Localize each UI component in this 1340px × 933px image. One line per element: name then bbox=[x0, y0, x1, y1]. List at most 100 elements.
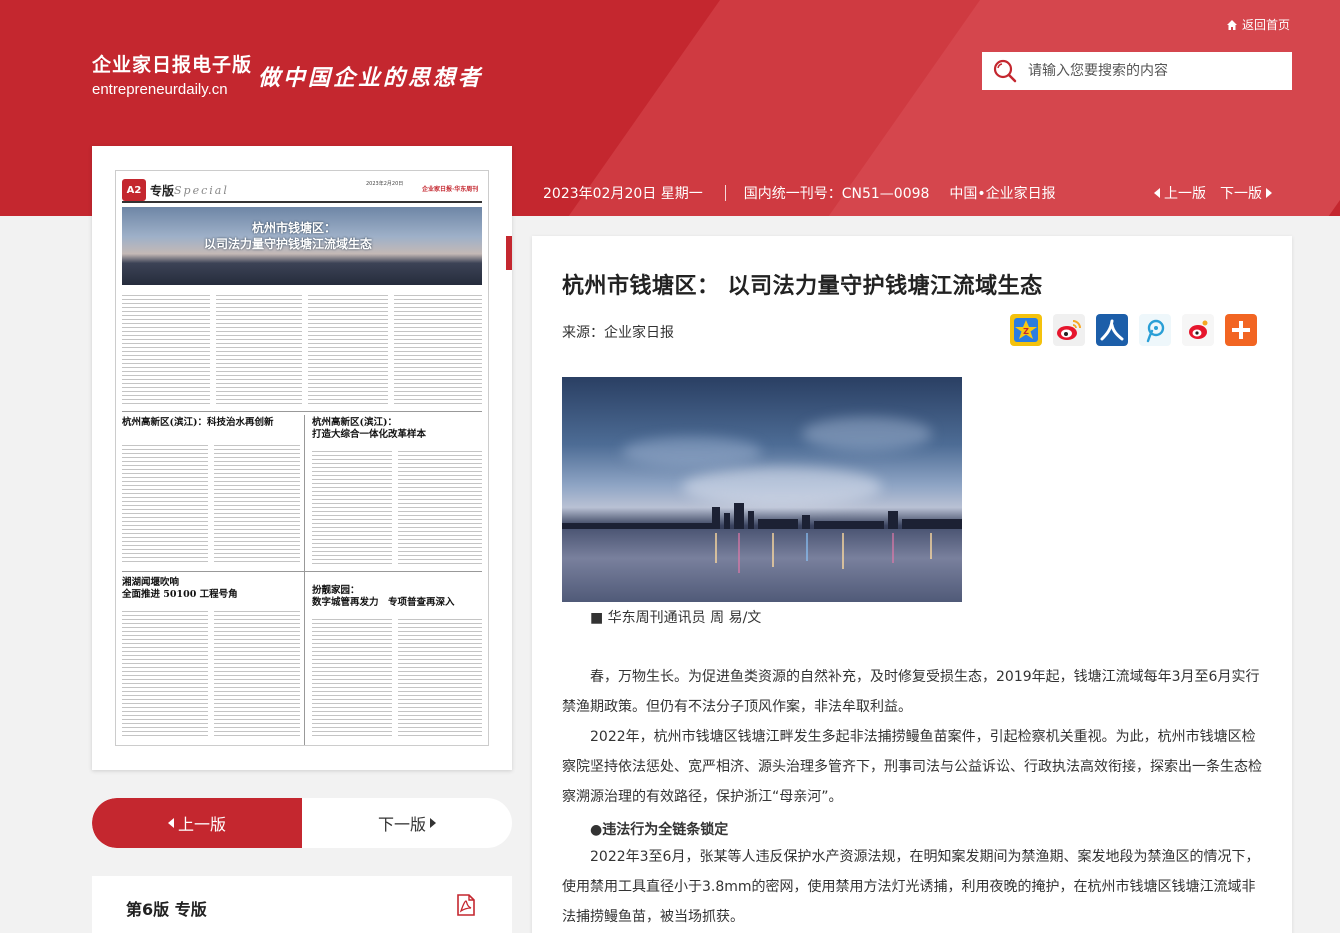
thumb-text-block[interactable] bbox=[308, 295, 388, 407]
next-page-button[interactable]: 下一版 bbox=[302, 798, 512, 848]
thumb-headline[interactable]: 全面推进 50100 工程号角 bbox=[122, 589, 238, 601]
thumb-headline[interactable]: 湘湖闻堰吹响 bbox=[122, 577, 179, 589]
site-logo[interactable]: 企业家日报电子版 entrepreneurdaily.cn bbox=[92, 50, 252, 98]
home-link[interactable]: 返回首页 bbox=[1226, 16, 1290, 33]
photo-skyline bbox=[802, 515, 810, 529]
site-name-cn: 企业家日报电子版 bbox=[92, 54, 253, 76]
prev-page-button[interactable]: 上一版 bbox=[92, 798, 302, 848]
thumb-headline[interactable]: 杭州高新区(滨江)：科技治水再创新 bbox=[122, 417, 302, 429]
photo-skyline bbox=[734, 503, 744, 529]
paper-name: 中国•企业家日报 bbox=[949, 186, 1056, 202]
site-slogan: 做中国企业的思想者 bbox=[258, 65, 484, 91]
thumb-headline[interactable]: 杭州高新区(滨江)： bbox=[312, 417, 397, 429]
weibo-icon[interactable] bbox=[1053, 314, 1085, 346]
infobar-prev-button[interactable]: 上一版 bbox=[1154, 183, 1206, 203]
active-page-indicator bbox=[506, 236, 512, 270]
pdf-icon[interactable] bbox=[454, 893, 478, 917]
thumb-text-block[interactable] bbox=[122, 611, 208, 739]
article-subheading: ●违法行为全链条锁定 bbox=[590, 822, 729, 838]
thumb-banner-photo[interactable]: 杭州市钱塘区： 以司法力量守护钱塘江流域生态 bbox=[122, 207, 482, 285]
article-source: 来源：企业家日报 bbox=[562, 325, 674, 341]
thumb-brand: 企业家日报·华东周刊 bbox=[422, 186, 479, 193]
chevron-left-icon bbox=[1154, 188, 1160, 198]
svg-text:Z: Z bbox=[1023, 327, 1029, 336]
article-panel: 杭州市钱塘区： 以司法力量守护钱塘江流域生态 来源：企业家日报 Z ■ 华东周刊… bbox=[532, 236, 1292, 933]
article-paragraph: 春，万物生长。为促进鱼类资源的自然补充，及时修复受损生态，2019年起，钱塘江流… bbox=[562, 669, 1260, 715]
issue-info-bar: 2023年02月20日 星期一 国内统一刊号：CN51—0098 中国•企业家日… bbox=[532, 170, 1292, 216]
page-thumbnail-card: A2 专版 Special 2023年2月20日 企业家日报·华东周刊 杭州市钱… bbox=[92, 146, 512, 770]
photo-cloud bbox=[682, 467, 882, 507]
sina-icon[interactable] bbox=[1182, 314, 1214, 346]
next-page-label: 下一版 bbox=[377, 815, 426, 834]
search-box bbox=[982, 52, 1292, 90]
renren-icon[interactable] bbox=[1096, 314, 1128, 346]
issue-date: 2023年02月20日 星期一 bbox=[543, 186, 703, 202]
photo-cloud bbox=[622, 437, 762, 467]
chevron-right-icon bbox=[1266, 188, 1272, 198]
photo-cloud bbox=[802, 417, 932, 451]
infobar-next-label: 下一版 bbox=[1220, 186, 1262, 202]
thumb-section-en: Special bbox=[174, 184, 229, 197]
thumb-text-block[interactable] bbox=[398, 619, 482, 739]
divider bbox=[724, 185, 726, 201]
infobar-prev-label: 上一版 bbox=[1164, 186, 1206, 202]
home-link-label: 返回首页 bbox=[1242, 18, 1291, 32]
thumb-banner-title-1: 杭州市钱塘区： bbox=[252, 221, 337, 235]
issue-issn: 国内统一刊号：CN51—0098 bbox=[743, 186, 930, 202]
photo-reflection bbox=[806, 533, 808, 561]
article-title: 杭州市钱塘区： 以司法力量守护钱塘江流域生态 bbox=[562, 274, 1043, 299]
page-thumbnail[interactable]: A2 专版 Special 2023年2月20日 企业家日报·华东周刊 杭州市钱… bbox=[115, 170, 489, 746]
article-paragraph: 2022年3至6月，张某等人违反保护水产资源法规，在明知案发期间为禁渔期、案发地… bbox=[562, 849, 1260, 925]
infobar-nav: 上一版 下一版 bbox=[1154, 183, 1272, 203]
thumb-divider bbox=[304, 415, 305, 745]
photo-caption: ■ 华东周刊通讯员 周 易/文 bbox=[590, 610, 762, 626]
thumb-headline[interactable]: 数字城管再发力 专项普查再深入 bbox=[312, 597, 484, 609]
photo-skyline bbox=[902, 519, 962, 529]
photo-reflection bbox=[842, 533, 844, 569]
infobar-next-button[interactable]: 下一版 bbox=[1220, 183, 1272, 203]
thumb-text-block[interactable] bbox=[214, 445, 300, 565]
search-input[interactable] bbox=[1028, 63, 1278, 79]
qzone-icon[interactable]: Z bbox=[1010, 314, 1042, 346]
photo-reflection bbox=[772, 533, 774, 567]
thumb-text-block[interactable] bbox=[312, 619, 392, 739]
share-bar: Z bbox=[1010, 314, 1257, 346]
thumb-divider bbox=[122, 411, 482, 412]
photo-skyline bbox=[748, 511, 754, 529]
photo-skyline bbox=[814, 521, 884, 529]
edition-label: 第6版 专版 bbox=[126, 900, 207, 919]
thumb-text-block[interactable] bbox=[312, 451, 392, 567]
site-name-en: entrepreneurdaily.cn bbox=[92, 81, 228, 98]
home-icon bbox=[1227, 19, 1237, 30]
prev-page-label: 上一版 bbox=[177, 815, 226, 834]
chevron-right-icon bbox=[430, 818, 436, 828]
photo-water bbox=[562, 529, 962, 602]
page-pager: 上一版 下一版 bbox=[92, 798, 512, 848]
thumb-text-block[interactable] bbox=[214, 611, 300, 739]
thumb-text-block[interactable] bbox=[398, 451, 482, 567]
thumb-banner-title-2: 以司法力量守护钱塘江流域生态 bbox=[204, 237, 373, 251]
thumb-headline[interactable]: 打造大综合一体化改革样本 bbox=[312, 429, 426, 441]
photo-reflection bbox=[930, 533, 932, 559]
photo-reflection bbox=[738, 533, 740, 573]
thumb-masthead: A2 专版 Special 2023年2月20日 企业家日报·华东周刊 bbox=[122, 177, 482, 203]
thumb-section: 专版 bbox=[150, 184, 175, 198]
thumb-text-block[interactable] bbox=[394, 295, 482, 407]
photo-skyline bbox=[712, 507, 720, 529]
thumb-divider bbox=[122, 571, 482, 572]
article-photo bbox=[562, 377, 962, 602]
thumb-headline[interactable]: 扮靓家园： bbox=[312, 585, 360, 597]
tencent-weibo-icon[interactable] bbox=[1139, 314, 1171, 346]
thumb-date: 2023年2月20日 bbox=[366, 181, 404, 187]
thumb-page-badge: A2 bbox=[122, 179, 146, 201]
thumb-text-block[interactable] bbox=[122, 295, 210, 407]
photo-reflection bbox=[715, 533, 717, 563]
thumb-text-block[interactable] bbox=[122, 445, 208, 565]
search-icon[interactable] bbox=[982, 52, 1028, 90]
more-share-icon[interactable] bbox=[1225, 314, 1257, 346]
edition-list-item[interactable]: 第6版 专版 bbox=[92, 876, 512, 933]
photo-reflection bbox=[892, 533, 894, 563]
chevron-left-icon bbox=[167, 818, 174, 828]
photo-skyline bbox=[888, 511, 898, 529]
thumb-text-block[interactable] bbox=[216, 295, 302, 407]
